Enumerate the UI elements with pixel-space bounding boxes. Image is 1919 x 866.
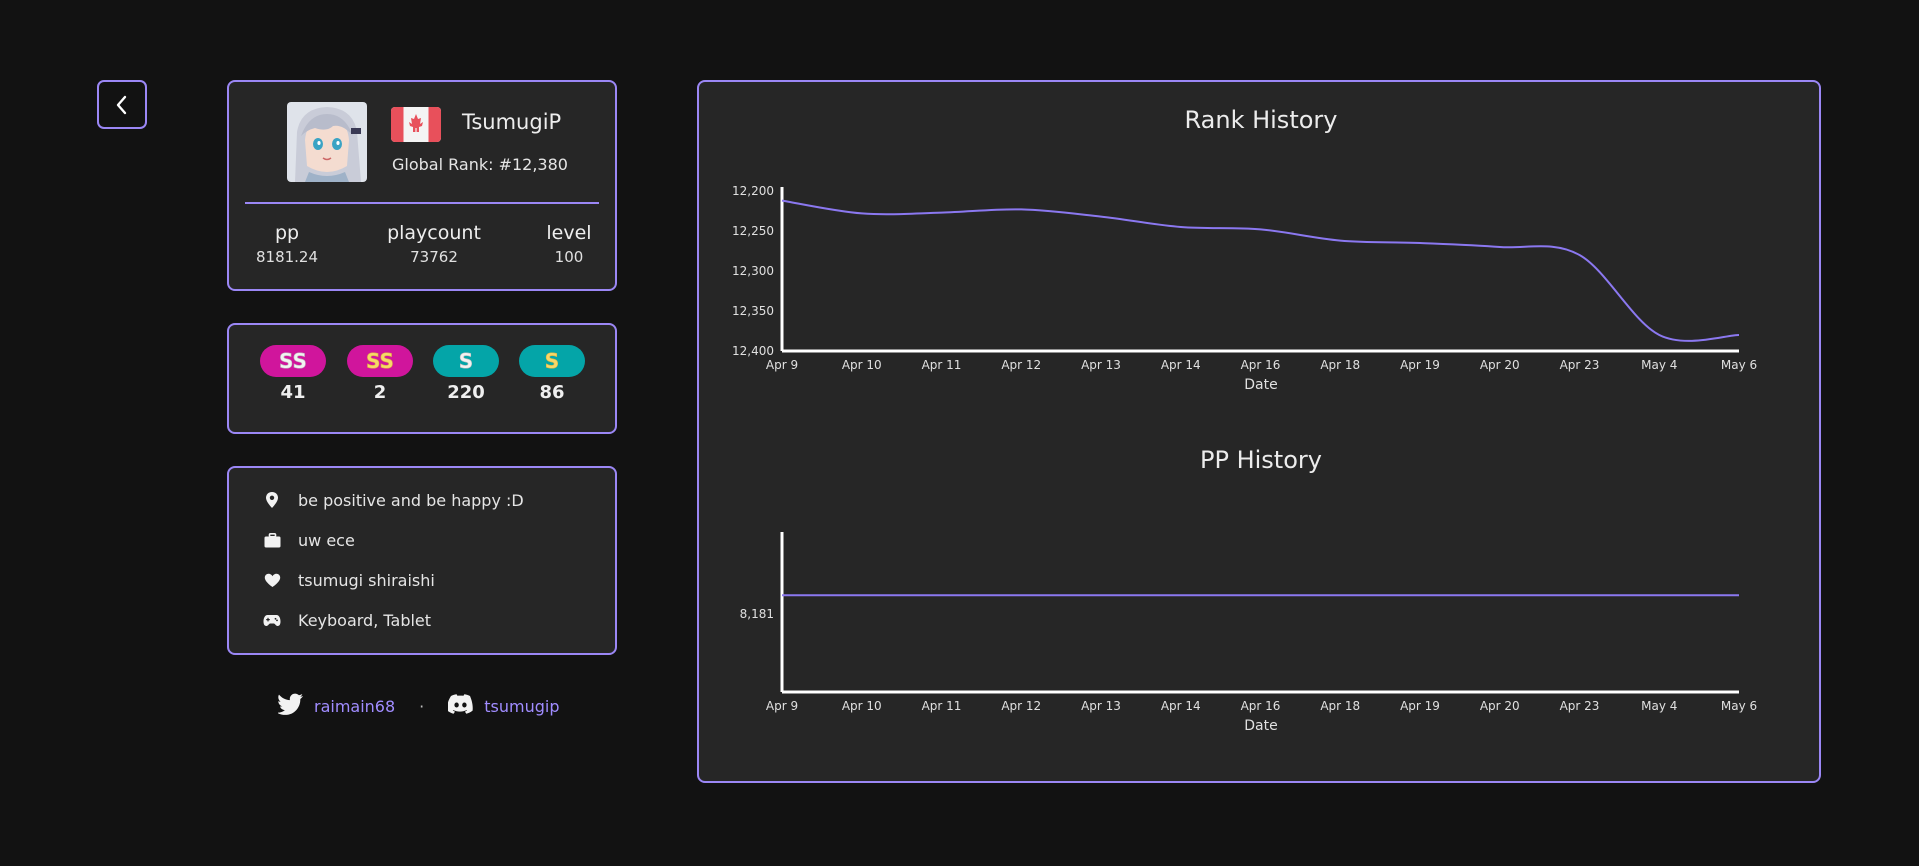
grade-s-gold-icon: S [519,345,585,377]
grade-ss-gold: SS 2 [347,345,413,403]
stat-label: level [546,222,592,244]
info-text: tsumugi shiraishi [298,570,435,590]
x-tick-label: Apr 18 [1320,699,1360,713]
y-tick-label: 8,181 [740,607,774,621]
x-tick-label: Apr 12 [1001,358,1041,372]
x-tick-label: Apr 20 [1480,358,1520,372]
stat-pp: pp 8181.24 [247,222,327,266]
x-tick-label: Apr 13 [1081,358,1121,372]
svg-text:S: S [545,349,559,373]
x-axis-label: Date [1244,377,1277,393]
y-tick-label: 12,250 [732,224,774,238]
grades-card: SS 41 SS 2 S 220 S 86 [227,323,617,434]
x-tick-label: Apr 19 [1400,358,1440,372]
location-pin-icon [263,491,281,509]
grade-s-silver: S 220 [433,345,499,403]
chart-title: PP History [1200,446,1322,474]
y-tick-label: 12,300 [732,264,774,278]
x-tick-label: Apr 11 [922,699,962,713]
x-tick-label: Apr 10 [842,358,882,372]
separator: · [419,696,425,716]
back-button[interactable] [97,80,147,129]
info-text: be positive and be happy :D [298,490,524,510]
x-tick-label: Apr 20 [1480,699,1520,713]
stat-value: 100 [554,248,584,266]
x-tick-label: Apr 18 [1320,358,1360,372]
charts-card: Rank History 12,200 12,250 12,300 12,350 12,4… [697,80,1821,783]
grade-count: 41 [280,382,306,403]
grade-ss-silver: SS 41 [260,345,326,403]
stat-playcount: playcount 73762 [379,222,489,266]
heart-icon [263,571,281,589]
twitter-icon[interactable] [277,693,304,719]
stat-label: playcount [387,222,481,244]
y-tick-label: 12,200 [732,184,774,198]
profile-card: TsumugiP Global Rank: #12,380 pp 8181.24… [227,80,617,291]
avatar[interactable] [287,102,367,182]
twitter-link[interactable]: raimain68 [314,697,395,716]
discord-link[interactable]: tsumugip [484,697,559,716]
x-tick-label: May 4 [1641,358,1677,372]
x-tick-label: Apr 19 [1400,699,1440,713]
username: TsumugiP [462,110,562,134]
chevron-left-icon [116,95,127,114]
stat-value: 8181.24 [255,248,319,266]
pp-history-chart: PP History 8,181 Apr 9 Apr 10 Apr 11 Apr 12 Ap… [740,446,1757,734]
x-tick-label: Apr 10 [842,699,882,713]
x-tick-label: May 4 [1641,699,1677,713]
divider [245,202,599,204]
info-interests: tsumugi shiraishi [263,568,435,592]
grade-s-gold: S 86 [519,345,585,403]
stat-label: pp [274,222,300,244]
x-tick-label: May 6 [1721,358,1757,372]
grade-count: 220 [447,382,485,403]
info-card: be positive and be happy :D uw ece tsumu… [227,466,617,655]
y-tick-label: 12,400 [732,344,774,358]
stat-level: level 100 [529,222,609,266]
x-tick-label: Apr 11 [922,358,962,372]
x-tick-label: Apr 12 [1001,699,1041,713]
x-tick-label: Apr 9 [766,358,798,372]
svg-text:SS: SS [366,349,394,373]
x-tick-label: Apr 16 [1241,358,1281,372]
x-tick-label: Apr 23 [1560,699,1600,713]
x-tick-label: Apr 14 [1161,699,1201,713]
gamepad-icon [263,611,281,629]
x-tick-label: Apr 16 [1241,699,1281,713]
info-location: be positive and be happy :D [263,488,524,512]
y-tick-label: 12,350 [732,304,774,318]
x-tick-label: Apr 23 [1560,358,1600,372]
info-occupation: uw ece [263,528,355,552]
social-links: raimain68 · tsumugip [277,693,560,719]
svg-text:SS: SS [279,349,307,373]
x-tick-label: Apr 9 [766,699,798,713]
grade-count: 2 [373,382,387,403]
grade-ss-gold-icon: SS [347,345,413,377]
discord-icon[interactable] [447,694,474,718]
stat-value: 73762 [410,248,458,266]
series-line [781,199,1740,342]
x-tick-label: Apr 14 [1161,358,1201,372]
chart-title: Rank History [1185,106,1338,134]
grade-s-silver-icon: S [433,345,499,377]
info-text: Keyboard, Tablet [298,610,432,630]
info-playstyle: Keyboard, Tablet [263,608,431,632]
rank-history-chart: Rank History 12,200 12,250 12,300 12,350 12,4… [732,106,1757,393]
grade-ss-silver-icon: SS [260,345,326,377]
canada-flag-icon [391,107,441,142]
grade-count: 86 [539,382,565,403]
x-tick-label: Apr 13 [1081,699,1121,713]
x-axis-label: Date [1244,718,1277,734]
info-text: uw ece [298,530,355,550]
x-tick-label: May 6 [1721,699,1757,713]
briefcase-icon [263,531,281,549]
global-rank: Global Rank: #12,380 [392,155,568,174]
svg-text:S: S [459,349,473,373]
